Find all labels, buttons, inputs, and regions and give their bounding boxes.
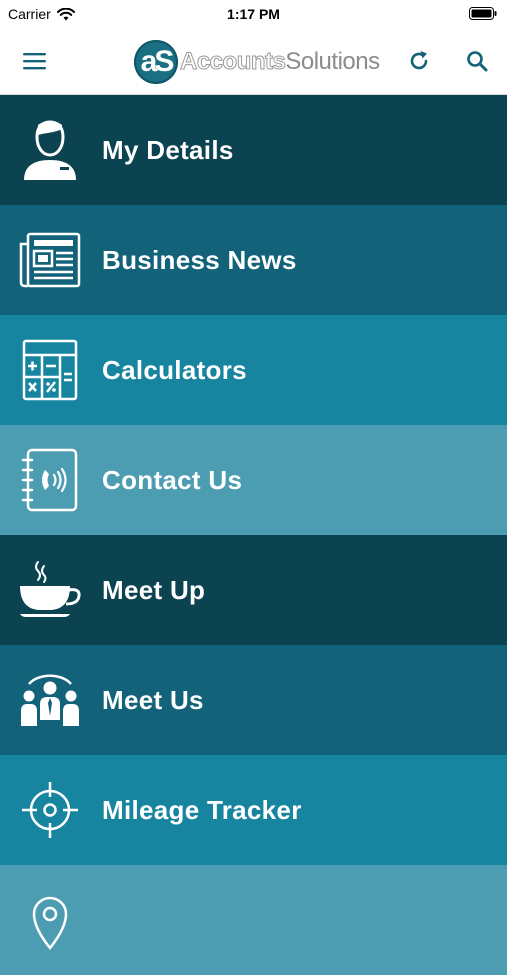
menu-label-meet-up: Meet Up bbox=[102, 574, 206, 605]
menu-item-contact-us[interactable]: Contact Us bbox=[0, 425, 507, 535]
menu-button[interactable] bbox=[17, 43, 53, 79]
target-icon bbox=[18, 778, 82, 842]
coffee-cup-icon bbox=[18, 558, 82, 622]
refresh-button[interactable] bbox=[401, 43, 437, 79]
location-pin-icon bbox=[18, 888, 82, 952]
menu-item-meet-us[interactable]: Meet Us bbox=[0, 645, 507, 755]
menu-item-mileage-tracker[interactable]: Mileage Tracker bbox=[0, 755, 507, 865]
logo-mark: aS bbox=[134, 40, 178, 84]
menu-item-business-news[interactable]: Business News bbox=[0, 205, 507, 315]
menu-label-business-news: Business News bbox=[102, 244, 297, 275]
menu-item-partial[interactable] bbox=[0, 865, 507, 975]
app-logo: aS AccountsSolutions bbox=[134, 40, 380, 84]
address-book-phone-icon bbox=[18, 448, 82, 512]
newspaper-icon bbox=[18, 228, 82, 292]
team-icon bbox=[18, 668, 82, 732]
menu-label-meet-us: Meet Us bbox=[102, 684, 204, 715]
menu-item-my-details[interactable]: My Details bbox=[0, 95, 507, 205]
status-time: 1:17 PM bbox=[227, 6, 280, 22]
status-bar: Carrier 1:17 PM bbox=[0, 0, 507, 28]
logo-text-solutions: Solutions bbox=[285, 48, 380, 75]
app-header: aS AccountsSolutions bbox=[0, 28, 507, 95]
search-icon bbox=[467, 51, 488, 72]
menu-label-my-details: My Details bbox=[102, 134, 234, 165]
menu-label-contact-us: Contact Us bbox=[102, 464, 243, 495]
person-icon bbox=[18, 118, 82, 182]
calculator-icon bbox=[18, 338, 82, 402]
refresh-icon bbox=[410, 51, 428, 70]
hamburger-icon bbox=[23, 53, 46, 70]
menu-item-meet-up[interactable]: Meet Up bbox=[0, 535, 507, 645]
search-button[interactable] bbox=[459, 43, 495, 79]
main-menu: My Details Business News Calculators Con… bbox=[0, 95, 507, 975]
battery-icon bbox=[469, 7, 497, 20]
menu-label-calculators: Calculators bbox=[102, 354, 247, 385]
logo-wordmark: AccountsSolutions bbox=[179, 48, 380, 76]
logo-text-accounts: Accounts bbox=[179, 48, 286, 76]
menu-item-calculators[interactable]: Calculators bbox=[0, 315, 507, 425]
menu-label-mileage-tracker: Mileage Tracker bbox=[102, 794, 302, 825]
